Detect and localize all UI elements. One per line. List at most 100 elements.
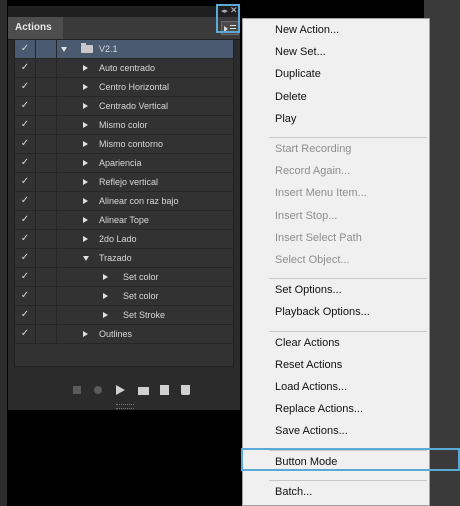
expand-right-arrow-icon[interactable] <box>83 217 88 223</box>
menu-item-duplicate[interactable]: Duplicate <box>275 67 321 81</box>
expand-right-arrow-icon[interactable] <box>83 65 88 71</box>
menu-item-select-object: Select Object... <box>275 254 350 266</box>
toggle-dialog-box[interactable] <box>36 173 57 191</box>
menu-item-reset-actions[interactable]: Reset Actions <box>275 358 342 372</box>
toggle-dialog-box[interactable] <box>36 230 57 248</box>
menu-item-play[interactable]: Play <box>275 112 296 126</box>
menu-item-insert-select-path: Insert Select Path <box>275 231 362 244</box>
expand-right-arrow-icon[interactable] <box>83 179 88 185</box>
expand-down-arrow-icon[interactable] <box>83 256 89 261</box>
menu-item-new-set[interactable]: New Set... <box>275 45 326 59</box>
expand-down-arrow-icon[interactable] <box>61 47 67 52</box>
toggle-dialog-box[interactable] <box>36 249 57 267</box>
actions-list[interactable]: ✓ V2.1 ✓ Auto centrado ✓ Centro Horizontal ✓ Ce… <box>14 39 234 367</box>
toggle-dialog-box[interactable] <box>36 97 57 115</box>
toggle-item-checkbox[interactable]: ✓ <box>15 116 36 134</box>
expand-right-arrow-icon[interactable] <box>103 312 108 318</box>
toggle-dialog-box[interactable] <box>36 116 57 134</box>
record-icon[interactable] <box>94 386 102 394</box>
row-label: Alinear con raz bajo <box>99 196 179 206</box>
action-row[interactable]: ✓ Mismo contorno <box>15 135 233 154</box>
toggle-item-checkbox[interactable]: ✓ <box>15 154 36 172</box>
expand-right-arrow-icon[interactable] <box>83 198 88 204</box>
toggle-dialog-box[interactable] <box>36 192 57 210</box>
row-label: Auto centrado <box>99 63 156 73</box>
toggle-item-checkbox[interactable]: ✓ <box>15 97 36 115</box>
menu-item-replace-actions[interactable]: Replace Actions... <box>275 402 363 416</box>
action-set-row[interactable]: ✓ V2.1 <box>15 40 233 59</box>
toggle-dialog-box[interactable] <box>36 268 57 286</box>
panel-bottom-toolbar <box>8 380 240 402</box>
row-label: Outlines <box>99 329 133 339</box>
toggle-item-checkbox[interactable]: ✓ <box>15 249 36 267</box>
menu-item-set-options[interactable]: Set Options... <box>275 283 342 297</box>
stop-icon[interactable] <box>73 386 81 394</box>
toggle-item-checkbox[interactable]: ✓ <box>15 230 36 248</box>
toggle-item-checkbox[interactable]: ✓ <box>15 268 36 286</box>
expand-right-arrow-icon[interactable] <box>83 160 88 166</box>
row-label: Set Stroke <box>123 310 166 320</box>
action-row[interactable]: ✓ Trazado <box>15 249 233 268</box>
action-row[interactable]: ✓ 2do Lado <box>15 230 233 249</box>
expand-right-arrow-icon[interactable] <box>83 122 88 128</box>
action-step-row[interactable]: ✓ Set Stroke <box>15 306 233 325</box>
toggle-dialog-box[interactable] <box>36 306 57 324</box>
toggle-item-checkbox[interactable]: ✓ <box>15 135 36 153</box>
expand-right-arrow-icon[interactable] <box>103 274 108 280</box>
new-action-icon[interactable] <box>160 385 169 395</box>
toggle-dialog-box[interactable] <box>36 78 57 96</box>
actions-panel: ◂▸ ✕ Actions ✓ V2.1 ✓ Auto centrado ✓ Centro … <box>8 6 240 410</box>
toggle-dialog-box[interactable] <box>36 59 57 77</box>
expand-right-arrow-icon[interactable] <box>83 236 88 242</box>
menu-item-clear-actions[interactable]: Clear Actions <box>275 336 340 350</box>
toggle-item-checkbox[interactable]: ✓ <box>15 211 36 229</box>
resize-grip[interactable] <box>116 404 134 409</box>
action-step-row[interactable]: ✓ Set color <box>15 287 233 306</box>
menu-item-load-actions[interactable]: Load Actions... <box>275 380 347 394</box>
action-row[interactable]: ✓ Outlines <box>15 325 233 344</box>
action-row[interactable]: ✓ Reflejo vertical <box>15 173 233 192</box>
expand-right-arrow-icon[interactable] <box>83 84 88 90</box>
toggle-dialog-box[interactable] <box>36 287 57 305</box>
toggle-dialog-box[interactable] <box>36 211 57 229</box>
toggle-dialog-box[interactable] <box>36 325 57 343</box>
toggle-item-checkbox[interactable]: ✓ <box>15 78 36 96</box>
menu-item-new-action[interactable]: New Action... <box>275 23 339 37</box>
tab-actions[interactable]: Actions <box>8 17 63 39</box>
toggle-item-checkbox[interactable]: ✓ <box>15 192 36 210</box>
row-label: Set color <box>123 291 159 301</box>
play-icon[interactable] <box>116 385 125 395</box>
toggle-item-checkbox[interactable]: ✓ <box>15 287 36 305</box>
expand-right-arrow-icon[interactable] <box>83 141 88 147</box>
expand-right-arrow-icon[interactable] <box>83 331 88 337</box>
new-set-folder-icon[interactable] <box>138 387 149 395</box>
menu-item-batch[interactable]: Batch... <box>275 485 312 499</box>
trash-icon[interactable] <box>181 385 190 395</box>
action-row[interactable]: ✓ Mismo color <box>15 116 233 135</box>
action-row[interactable]: ✓ Alinear con raz bajo <box>15 192 233 211</box>
toggle-item-checkbox[interactable]: ✓ <box>15 325 36 343</box>
menu-item-playback-options[interactable]: Playback Options... <box>275 305 370 319</box>
action-row[interactable]: ✓ Apariencia <box>15 154 233 173</box>
toggle-item-checkbox[interactable]: ✓ <box>15 306 36 324</box>
menu-item-delete[interactable]: Delete <box>275 90 307 104</box>
menu-separator <box>269 137 427 138</box>
row-label: Reflejo vertical <box>99 177 159 187</box>
row-label: Centrado Vertical <box>99 101 169 111</box>
toggle-item-checkbox[interactable]: ✓ <box>15 173 36 191</box>
menu-item-save-actions[interactable]: Save Actions... <box>275 424 348 438</box>
action-row[interactable]: ✓ Alinear Tope <box>15 211 233 230</box>
panel-flyout-menu: New Action... New Set... Duplicate Delete Pl… <box>242 18 430 506</box>
expand-right-arrow-icon[interactable] <box>103 293 108 299</box>
action-row[interactable]: ✓ Centro Horizontal <box>15 78 233 97</box>
toggle-item-checkbox[interactable]: ✓ <box>15 40 36 58</box>
action-step-row[interactable]: ✓ Set color <box>15 268 233 287</box>
toggle-item-checkbox[interactable]: ✓ <box>15 59 36 77</box>
action-row[interactable]: ✓ Centrado Vertical <box>15 97 233 116</box>
toggle-dialog-box[interactable] <box>36 40 57 58</box>
toggle-dialog-box[interactable] <box>36 135 57 153</box>
toggle-dialog-box[interactable] <box>36 154 57 172</box>
row-label: Set color <box>123 272 159 282</box>
action-row[interactable]: ✓ Auto centrado <box>15 59 233 78</box>
expand-right-arrow-icon[interactable] <box>83 103 88 109</box>
